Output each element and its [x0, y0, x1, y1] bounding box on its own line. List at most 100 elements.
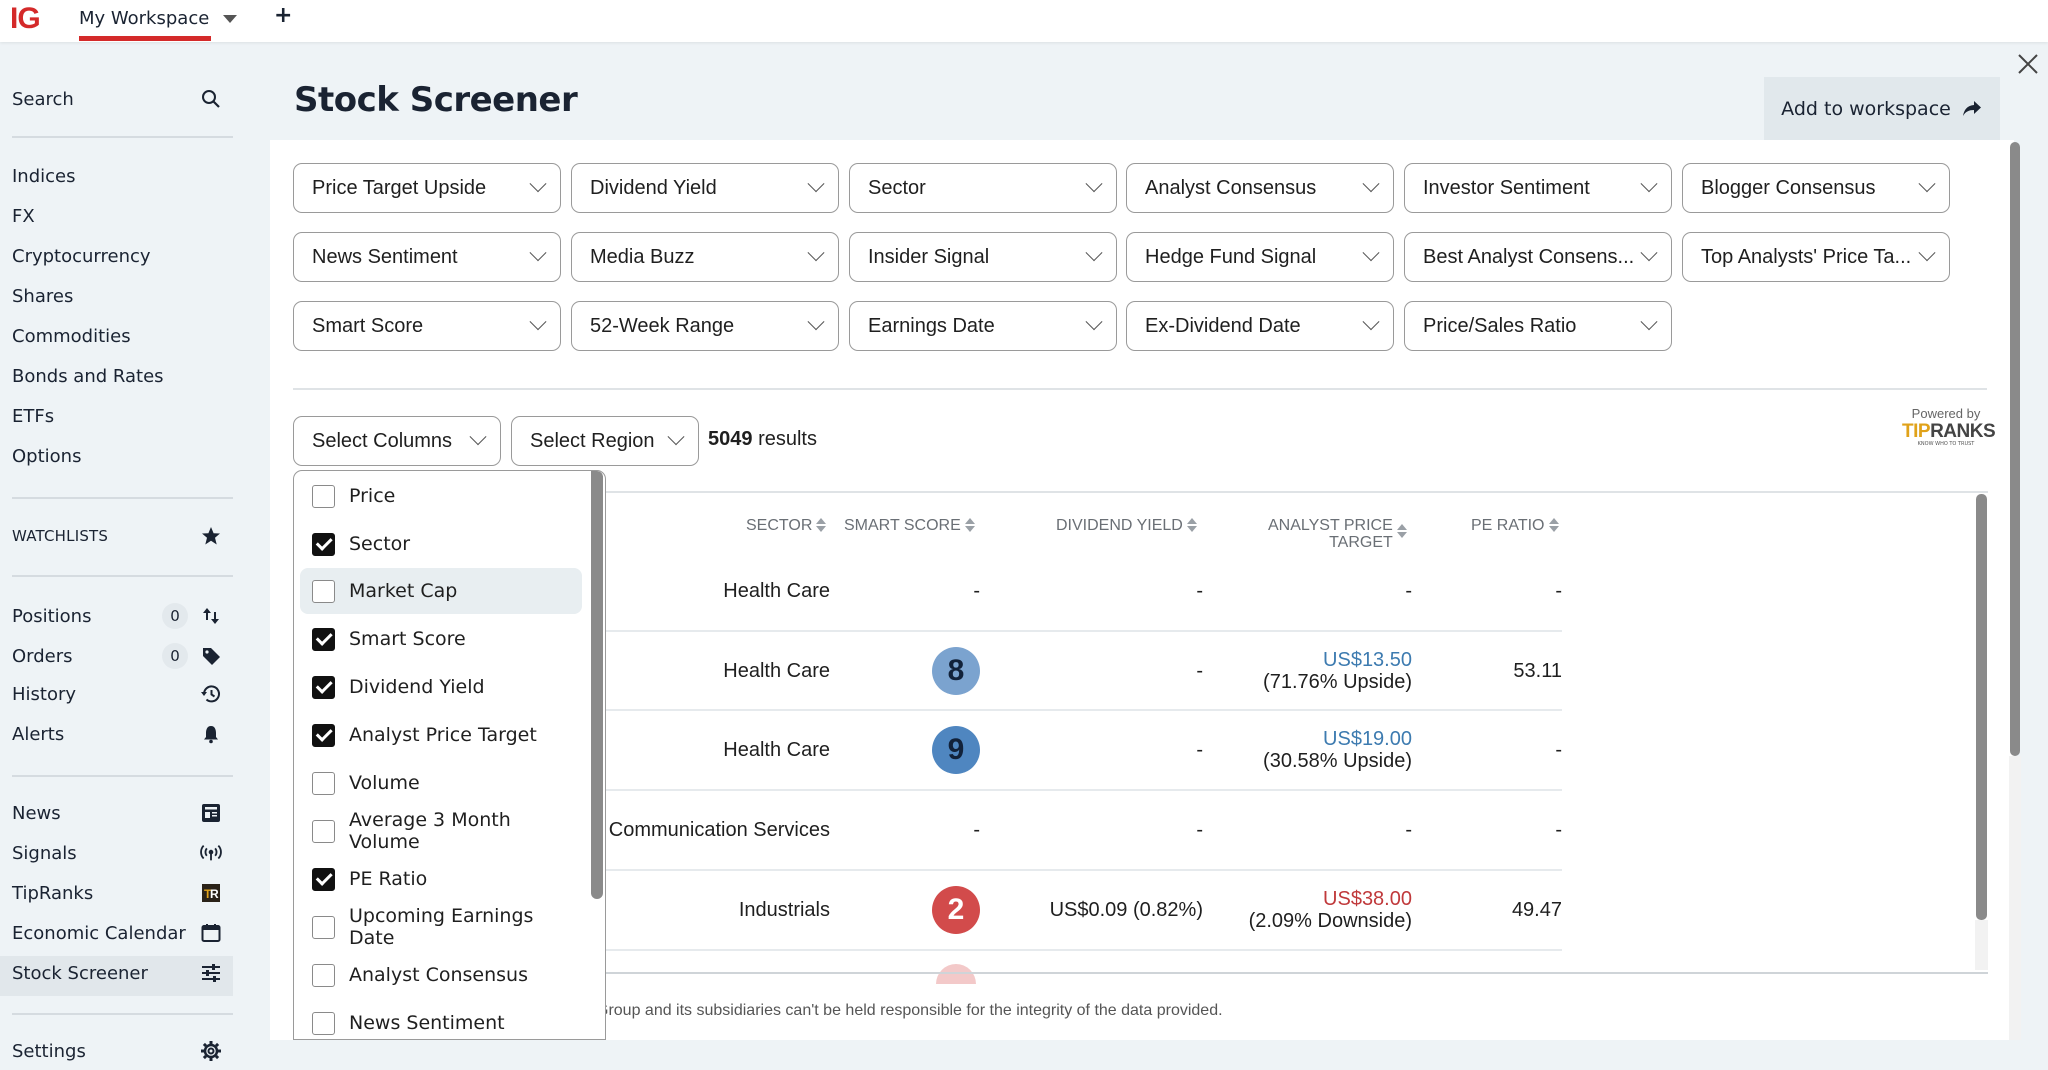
- cell-pe-ratio: -: [1555, 580, 1562, 602]
- column-option-market-cap[interactable]: Market Cap: [300, 568, 582, 614]
- filter-smart-score[interactable]: Smart Score: [293, 301, 561, 351]
- sidebar-item-tipranks[interactable]: TipRanks TR: [12, 882, 222, 904]
- sidebar-item-cryptocurrency[interactable]: Cryptocurrency: [12, 246, 222, 267]
- filter-price-target-upside[interactable]: Price Target Upside: [293, 163, 561, 213]
- filter-top-analysts-price-target[interactable]: Top Analysts' Price Ta...: [1682, 232, 1950, 282]
- chevron-down-icon: [667, 428, 685, 446]
- sidebar-item-shares[interactable]: Shares: [12, 286, 222, 307]
- filter-earnings-date[interactable]: Earnings Date: [849, 301, 1117, 351]
- checkbox[interactable]: [312, 484, 335, 508]
- column-option-volume[interactable]: Volume: [300, 760, 582, 806]
- select-region-dropdown[interactable]: Select Region: [511, 416, 699, 466]
- add-to-workspace-button[interactable]: Add to workspace: [1764, 77, 2000, 141]
- filter-label: Analyst Consensus: [1145, 176, 1317, 199]
- column-header-pe-ratio[interactable]: PE RATIO: [1471, 517, 1559, 534]
- checkbox-checked[interactable]: [312, 532, 335, 556]
- cell-price-target[interactable]: US$38.00: [1323, 888, 1412, 910]
- sidebar-item-news[interactable]: News: [12, 802, 222, 824]
- close-icon[interactable]: [2016, 52, 2040, 76]
- sidebar-item-label: WATCHLISTS: [12, 527, 109, 545]
- column-option-pe-ratio[interactable]: PE Ratio: [300, 856, 582, 902]
- sidebar-search[interactable]: Search: [12, 88, 222, 110]
- column-option-analyst-price-target[interactable]: Analyst Price Target: [300, 712, 582, 758]
- select-columns-dropdown[interactable]: Select Columns: [293, 416, 501, 466]
- filter-52-week-range[interactable]: 52-Week Range: [571, 301, 839, 351]
- smart-score-badge: 9: [932, 726, 980, 774]
- chevron-down-icon: [1918, 244, 1936, 262]
- column-option-news-sentiment[interactable]: News Sentiment: [300, 1000, 582, 1039]
- sidebar-item-settings[interactable]: Settings: [12, 1040, 222, 1062]
- filter-news-sentiment[interactable]: News Sentiment: [293, 232, 561, 282]
- gear-icon: [200, 1040, 222, 1062]
- filter-label: Best Analyst Consens...: [1423, 245, 1635, 268]
- caret-down-icon[interactable]: [223, 15, 238, 23]
- tipranks-logo: TIPRANKS: [1902, 421, 1996, 443]
- column-option-label: Upcoming Earnings Date: [349, 905, 534, 949]
- sidebar-item-fx[interactable]: FX: [12, 206, 222, 227]
- filter-label: Media Buzz: [590, 245, 695, 268]
- sidebar-item-label: History: [12, 683, 77, 705]
- column-option-smart-score[interactable]: Smart Score: [300, 616, 582, 662]
- column-header-dividend-yield[interactable]: DIVIDEND YIELD: [1056, 517, 1197, 534]
- filter-media-buzz[interactable]: Media Buzz: [571, 232, 839, 282]
- sidebar-item-label: Commodities: [12, 326, 131, 347]
- filter-ex-dividend-date[interactable]: Ex-Dividend Date: [1126, 301, 1394, 351]
- column-option-dividend-yield[interactable]: Dividend Yield: [300, 664, 582, 710]
- checkbox[interactable]: [312, 915, 335, 939]
- column-header-analyst-price-target[interactable]: ANALYST PRICE TARGET: [1268, 517, 1407, 551]
- sidebar-item-orders[interactable]: Orders 0: [12, 643, 222, 669]
- filter-best-analyst-consensus[interactable]: Best Analyst Consens...: [1404, 232, 1672, 282]
- sidebar-item-alerts[interactable]: Alerts: [12, 723, 222, 745]
- filter-investor-sentiment[interactable]: Investor Sentiment: [1404, 163, 1672, 213]
- filter-blogger-consensus[interactable]: Blogger Consensus: [1682, 163, 1950, 213]
- checkbox[interactable]: [312, 963, 335, 987]
- cell-price-target[interactable]: US$19.00: [1323, 728, 1412, 750]
- sidebar-item-economic-calendar[interactable]: Economic Calendar: [12, 922, 222, 944]
- sidebar-item-indices[interactable]: Indices: [12, 166, 222, 187]
- sidebar-item-label: News: [12, 802, 61, 824]
- checkbox-checked[interactable]: [312, 627, 335, 651]
- checkbox[interactable]: [312, 579, 335, 603]
- powered-by-tipranks[interactable]: Powered by TIPRANKS KNOW WHO TO TRUST: [1902, 406, 1996, 447]
- filter-sector[interactable]: Sector: [849, 163, 1117, 213]
- dropdown-scrollbar[interactable]: [591, 471, 603, 899]
- sidebar-item-history[interactable]: History: [12, 683, 222, 705]
- filter-dividend-yield[interactable]: Dividend Yield: [571, 163, 839, 213]
- column-option-sector[interactable]: Sector: [300, 521, 582, 567]
- sidebar-item-bonds-and-rates[interactable]: Bonds and Rates: [12, 366, 222, 387]
- sidebar-item-etfs[interactable]: ETFs: [12, 406, 222, 427]
- sidebar-item-positions[interactable]: Positions 0: [12, 603, 222, 629]
- filter-insider-signal[interactable]: Insider Signal: [849, 232, 1117, 282]
- checkbox-checked[interactable]: [312, 723, 335, 747]
- filter-price-sales-ratio[interactable]: Price/Sales Ratio: [1404, 301, 1672, 351]
- column-option-average-3-month-volume[interactable]: Average 3 Month Volume: [300, 808, 582, 854]
- add-tab-button[interactable]: +: [274, 3, 292, 28]
- filter-analyst-consensus[interactable]: Analyst Consensus: [1126, 163, 1394, 213]
- checkbox[interactable]: [312, 771, 335, 795]
- sidebar-item-options[interactable]: Options: [12, 446, 222, 467]
- sidebar-item-stock-screener[interactable]: Stock Screener: [12, 962, 222, 984]
- cell-price-target[interactable]: US$13.50: [1323, 649, 1412, 671]
- checkbox[interactable]: [312, 819, 335, 843]
- search-icon[interactable]: [200, 88, 222, 110]
- sidebar-item-watchlists[interactable]: WATCHLISTS: [12, 525, 222, 547]
- tipranks-logo-tip: TIP: [1902, 421, 1931, 442]
- checkbox[interactable]: [312, 1011, 335, 1035]
- column-option-analyst-consensus[interactable]: Analyst Consensus: [300, 952, 582, 998]
- column-option-price[interactable]: Price: [300, 473, 582, 519]
- ig-logo[interactable]: IG: [10, 2, 41, 36]
- column-option-upcoming-earnings-date[interactable]: Upcoming Earnings Date: [300, 904, 582, 950]
- column-header-sector[interactable]: SECTOR: [746, 517, 827, 534]
- sidebar-item-label: Shares: [12, 286, 74, 307]
- chevron-down-icon: [1362, 244, 1380, 262]
- checkbox-checked[interactable]: [312, 675, 335, 699]
- sidebar-item-signals[interactable]: Signals: [12, 842, 222, 864]
- filter-hedge-fund-signal[interactable]: Hedge Fund Signal: [1126, 232, 1394, 282]
- table-scrollbar-track[interactable]: [1975, 920, 1988, 970]
- panel-scrollbar[interactable]: [2010, 142, 2020, 756]
- checkbox-checked[interactable]: [312, 867, 335, 891]
- panel-scrollbar-track[interactable]: [2009, 756, 2021, 1040]
- column-header-smart-score[interactable]: SMART SCORE: [844, 517, 975, 534]
- table-scrollbar[interactable]: [1976, 494, 1987, 920]
- sidebar-item-commodities[interactable]: Commodities: [12, 326, 222, 347]
